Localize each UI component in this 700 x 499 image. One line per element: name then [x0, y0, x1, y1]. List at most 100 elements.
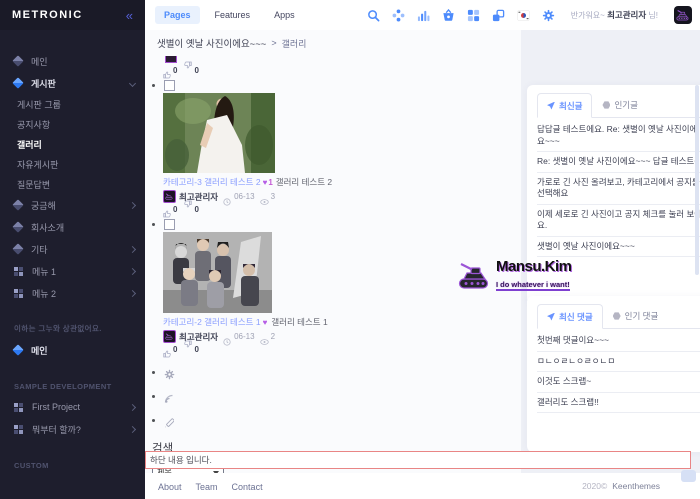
sidebar-item[interactable]: 메인: [0, 50, 145, 72]
latest-post-item[interactable]: 가로로 긴 사진 올려보고, 카테고리에서 공지를 선택해요: [537, 173, 700, 205]
rss-icon[interactable]: [164, 391, 175, 402]
brand-bar: METRONIC «: [0, 0, 145, 30]
panel-tab[interactable]: 인기 댓글: [603, 304, 669, 328]
sidebar-item-label: 궁금해: [31, 199, 130, 212]
sidebar-item[interactable]: CUSTOM: [0, 440, 145, 475]
sidebar-item[interactable]: 이하는 그누와 상관없어요.: [0, 304, 145, 339]
sidebar-item[interactable]: 갤러리: [0, 134, 145, 154]
latest-comment-item[interactable]: 이것도 스크랩~: [537, 372, 700, 393]
sidebar-item[interactable]: 뭐부터 할까?: [0, 418, 145, 440]
bar-chart-icon[interactable]: [417, 8, 431, 22]
sidebar-item[interactable]: 메뉴 1: [0, 260, 145, 282]
scroll-top-button[interactable]: [681, 470, 696, 482]
chevron-icon: [129, 403, 136, 410]
mansu-logo-text: Mansu.Kim I do whatever i want!: [496, 259, 572, 292]
breadcrumb-current[interactable]: 갤러리: [282, 37, 307, 50]
diamond-icon: [12, 199, 23, 210]
down-count: 0: [194, 66, 198, 75]
search-icon[interactable]: [367, 8, 381, 22]
sidebar-item[interactable]: 기타: [0, 238, 145, 260]
topbar-tab[interactable]: Features: [206, 6, 260, 24]
user-avatar[interactable]: [674, 6, 692, 24]
latest-comment-item[interactable]: 갤러리도 스크랩!!: [537, 393, 700, 414]
sidebar: METRONIC « 메인게시판게시판 그룹공지사항갤러리자유게시판질문답변궁금…: [0, 0, 145, 499]
topbar-tab[interactable]: Apps: [265, 6, 304, 24]
topbar-icons: 반가워요~ 최고관리자 님!: [367, 6, 692, 24]
sidebar-item[interactable]: 메인: [0, 339, 145, 361]
mansu-subtitle: I do whatever i want!: [496, 280, 570, 291]
latest-comment-item[interactable]: 첫번째 댓글이요~~~: [537, 331, 700, 352]
paper-plane-icon: [547, 313, 555, 321]
post-thumbnail[interactable]: [163, 93, 528, 173]
sidebar-item-label: 게시판: [31, 77, 130, 90]
diamond-icon: [12, 221, 23, 232]
sidebar-item-label: 회사소개: [31, 221, 135, 234]
footer-link[interactable]: Team: [196, 482, 218, 492]
thumb-down-icon[interactable]: [184, 66, 192, 74]
latest-post-item[interactable]: 샛별이 옛날 사진이에요~~~: [537, 237, 700, 258]
post-checkbox[interactable]: [164, 219, 175, 230]
thumb-down-icon[interactable]: [184, 205, 192, 213]
latest-post-item[interactable]: 이제 세로로 긴 사진이고 공지 체크를 눌러 보아요.: [537, 205, 700, 237]
launcher-dots-icon[interactable]: [392, 8, 406, 22]
panel-tab[interactable]: 최신 댓글: [537, 304, 603, 329]
sidebar-item[interactable]: 회사소개: [0, 216, 145, 238]
post-bullet-row: [152, 80, 528, 91]
sidebar-item[interactable]: 질문답변: [0, 174, 145, 194]
clock-icon: [223, 193, 231, 201]
panel-tab[interactable]: 최신글: [537, 93, 592, 118]
latest-comment-item[interactable]: ㅁㄴㅇㄹㄴㅇㄹㅇㄴㅁ: [537, 352, 700, 373]
korea-flag-icon[interactable]: [517, 8, 531, 22]
grid-icon[interactable]: [467, 8, 481, 22]
sidebar-item[interactable]: 게시판: [0, 72, 145, 94]
clock-icon: [223, 333, 231, 341]
copyright: 2020©Keenthemes: [582, 481, 660, 491]
footer-link[interactable]: About: [158, 482, 182, 492]
sidebar-item[interactable]: SAMPLE DEVELOPMENT: [0, 361, 145, 396]
topbar-tab[interactable]: Pages: [155, 6, 200, 24]
chevron-icon: [129, 425, 136, 432]
keenthemes-link[interactable]: Keenthemes: [612, 481, 660, 491]
gallery-post: 카테고리-3 갤러리 테스트 21갤러리 테스트 2 최고관리자 06-13 3…: [152, 80, 528, 214]
post-title: 갤러리 테스트 1: [271, 317, 327, 327]
post-category-link[interactable]: 카테고리-2 갤러리 테스트 1: [163, 317, 261, 327]
post-category-link[interactable]: 카테고리-3 갤러리 테스트 2: [163, 177, 261, 187]
sidebar-item[interactable]: 공지사항: [0, 114, 145, 134]
footer-link[interactable]: Contact: [232, 482, 263, 492]
topbar-tabs: Pages Features Apps: [155, 6, 304, 24]
sidebar-item[interactable]: 궁금해: [0, 194, 145, 216]
breadcrumb-title: 샛별이 옛날 사진이에요~~~: [157, 36, 266, 50]
basket-icon[interactable]: [442, 8, 456, 22]
sidebar-item-label: 메인: [31, 344, 135, 357]
scrollbar-thumb[interactable]: [695, 85, 699, 275]
like-count: 1: [268, 178, 272, 187]
author-avatar: [163, 330, 176, 343]
post-title-row: 카테고리-3 갤러리 테스트 21갤러리 테스트 2: [163, 177, 528, 188]
sidebar-item-label: 메인: [31, 55, 135, 68]
panels-icon[interactable]: [492, 8, 506, 22]
thumb-up-icon[interactable]: [163, 205, 171, 213]
post-meta: 최고관리자 06-13 3: [163, 191, 528, 202]
pencil-icon[interactable]: [164, 415, 175, 426]
sidebar-item-label: 자유게시판: [17, 158, 135, 171]
thumb-up-icon[interactable]: [163, 345, 171, 353]
vote-counts: 0 0: [163, 65, 528, 75]
sidebar-item[interactable]: 게시판 그룹: [0, 94, 145, 114]
thumb-up-icon[interactable]: [163, 66, 171, 74]
gear-icon[interactable]: [164, 367, 175, 378]
thumb-down-icon[interactable]: [184, 345, 192, 353]
sidebar-item[interactable]: 자유게시판: [0, 154, 145, 174]
sidebar-item-label: 이하는 그누와 상관없어요.: [14, 323, 135, 334]
latest-post-item[interactable]: 답답글 테스트에요. Re: 샛별이 옛날 사진이에요~~~: [537, 120, 700, 152]
sidebar-item-label: 질문답변: [17, 178, 135, 191]
breadcrumb-separator: >: [271, 38, 276, 48]
panel-tab[interactable]: 인기글: [592, 93, 647, 117]
sidebar-collapse-icon[interactable]: «: [126, 9, 133, 22]
sidebar-item-label: First Project: [32, 402, 130, 412]
gear-icon[interactable]: [542, 8, 556, 22]
sidebar-item[interactable]: First Project: [0, 396, 145, 418]
polygon-icon: [602, 101, 610, 109]
latest-post-item[interactable]: Re: 샛별이 옛날 사진이에요~~~ 답글 테스트~: [537, 152, 700, 173]
post-checkbox[interactable]: [164, 80, 175, 91]
sidebar-item[interactable]: 메뉴 2: [0, 282, 145, 304]
